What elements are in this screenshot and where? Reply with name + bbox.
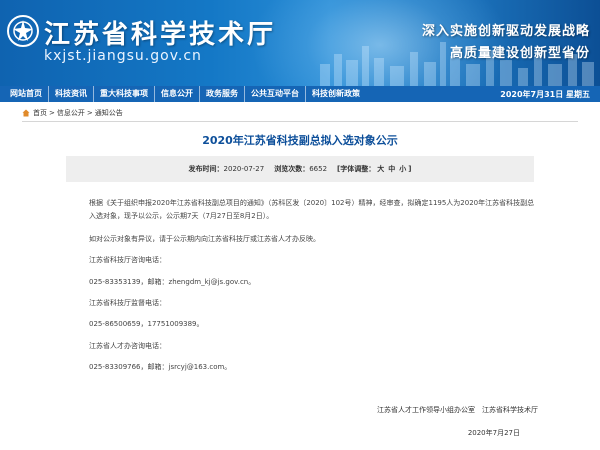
views-label: 浏览次数： xyxy=(274,165,310,173)
article-paragraph: 江苏省科技厅监督电话： xyxy=(89,299,166,307)
font-adjust-label: [字体调整： xyxy=(337,165,376,173)
article-signature: 江苏省人才工作领导小组办公室 江苏省科学技术厅 xyxy=(377,406,538,414)
article-paragraph: 江苏省科技厅咨询电话： xyxy=(89,256,166,264)
views-count: 6652 xyxy=(309,165,328,173)
breadcrumb-home[interactable]: 首页 xyxy=(33,108,47,118)
article-paragraph: 根据《关于组织申报2020年江苏省科技副总项目的通知》（苏科区发〔2020〕10… xyxy=(89,199,535,220)
breadcrumb: 首页 > 信息公开 > 通知公告 xyxy=(22,107,578,122)
nav-item-info-disclosure[interactable]: 信息公开 xyxy=(155,86,200,102)
header-banner: 江苏省科学技术厅 kxjst.jiangsu.gov.cn 深入实施创新驱动发展… xyxy=(0,0,600,86)
nav-item-home[interactable]: 网站首页 xyxy=(0,86,49,102)
nav-date: 2020年7月31日 星期五 xyxy=(500,89,590,99)
article-date: 2020年7月27日 xyxy=(467,429,520,437)
article-paragraph: 如对公示对象有异议，请于公示期内向江苏省科技厅或江苏省人才办反映。 xyxy=(89,235,320,243)
article-paragraph: 025-83309766，邮箱：jsrcyj@163.com。 xyxy=(89,363,232,371)
font-small-button[interactable]: 小 xyxy=(399,164,406,174)
nav-item-innovation-policy[interactable]: 科技创新政策 xyxy=(306,86,366,102)
font-large-button[interactable]: 大 xyxy=(377,164,384,174)
main-nav: 网站首页 科技资讯 重大科技事项 信息公开 政务服务 公共互动平台 科技创新政策… xyxy=(0,86,600,102)
breadcrumb-separator: > xyxy=(49,109,55,117)
nav-item-gov-services[interactable]: 政务服务 xyxy=(200,86,245,102)
nav-item-news[interactable]: 科技资讯 xyxy=(49,86,94,102)
breadcrumb-notices[interactable]: 通知公告 xyxy=(95,108,123,118)
article-paragraph: 025-86500659，17751009389。 xyxy=(89,320,204,328)
site-title[interactable]: 江苏省科学技术厅 xyxy=(44,14,276,51)
slogan-line1: 深入实施创新驱动发展战略 xyxy=(421,24,590,39)
nav-item-major-matters[interactable]: 重大科技事项 xyxy=(94,86,155,102)
home-icon xyxy=(22,109,30,117)
article-meta: 发布时间： 2020-07-27 浏览次数： 6652 [字体调整： 大 中 小… xyxy=(66,156,534,182)
emblem-icon xyxy=(7,15,39,47)
font-medium-button[interactable]: 中 xyxy=(388,164,395,174)
article-paragraph: 025-83353139，邮箱：zhengdm_kj@js.gov.cn。 xyxy=(89,278,256,286)
publish-date: 2020-07-27 xyxy=(223,165,265,173)
nav-item-public-interaction[interactable]: 公共互动平台 xyxy=(245,86,306,102)
article-paragraph: 江苏省人才办咨询电话： xyxy=(89,342,166,350)
article-title: 2020年江苏省科技副总拟入选对象公示 xyxy=(202,134,398,147)
site-url: kxjst.jiangsu.gov.cn xyxy=(44,48,202,64)
font-adjust-end: ] xyxy=(408,165,412,173)
slogan-line2: 高质量建设创新型省份 xyxy=(449,46,590,61)
breadcrumb-info-disclosure[interactable]: 信息公开 xyxy=(57,108,85,118)
publish-label: 发布时间： xyxy=(188,165,224,173)
breadcrumb-separator: > xyxy=(86,109,93,117)
